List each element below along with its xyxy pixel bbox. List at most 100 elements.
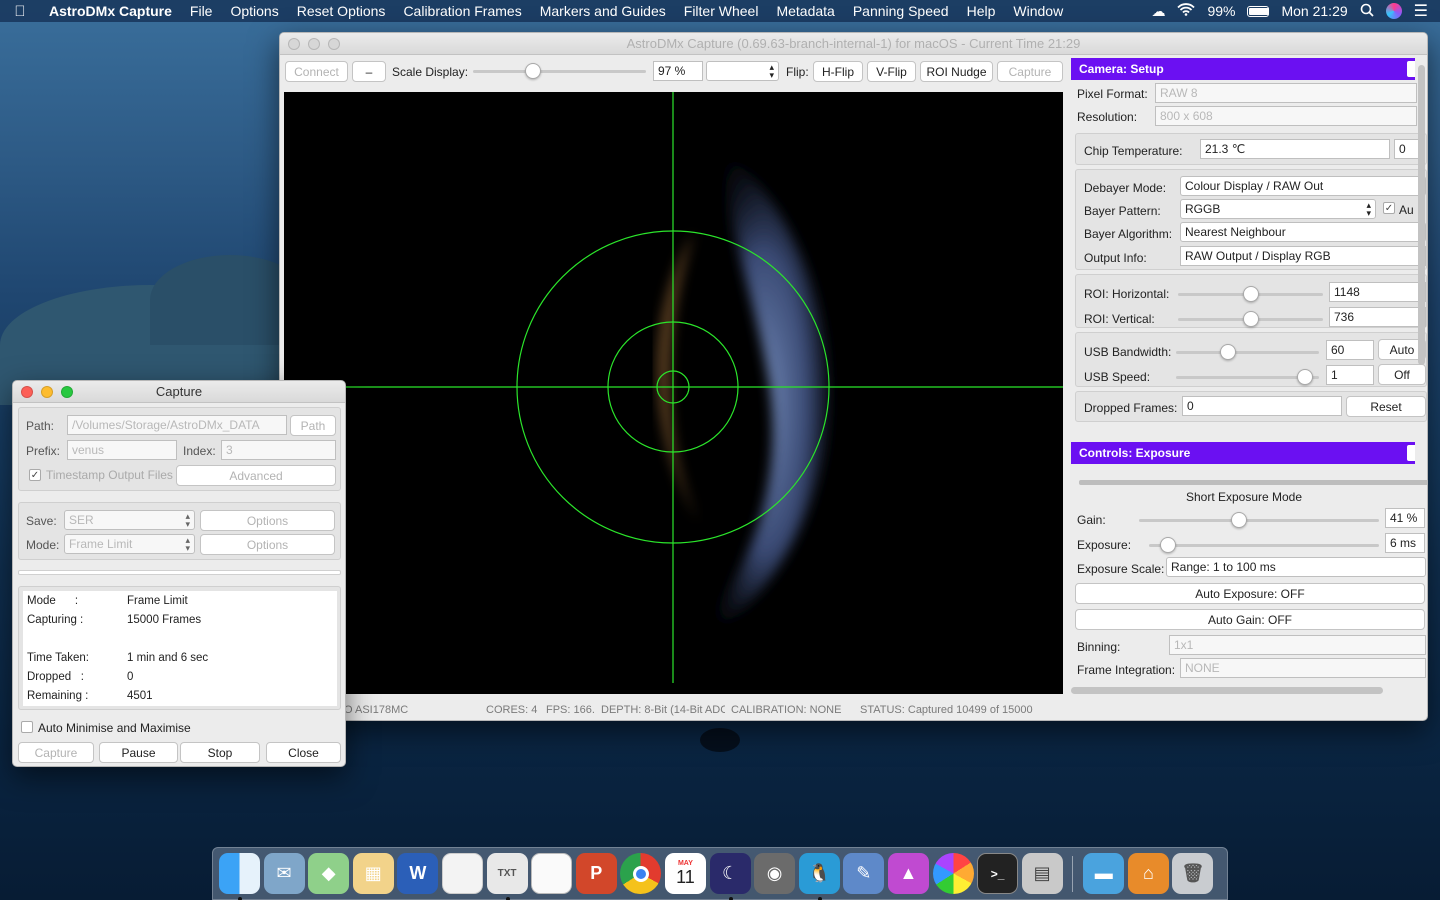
battery-icon[interactable] (1247, 5, 1270, 17)
usb-speed-slider[interactable] (1176, 369, 1319, 385)
menu-calibration-frames[interactable]: Calibration Frames (394, 3, 530, 19)
gain-field[interactable]: 41 % (1385, 508, 1425, 528)
battery-percent[interactable]: 99% (1207, 3, 1235, 19)
notification-center-icon[interactable]: ☰ (1414, 1, 1428, 21)
trash-icon[interactable]: 🗑 (1172, 853, 1214, 894)
scale-slider-knob[interactable] (524, 63, 541, 79)
path-field[interactable]: /Volumes/Storage/AstroDMx_DATA (67, 415, 287, 435)
exposure-slider[interactable] (1149, 537, 1379, 553)
photos-icon[interactable] (932, 853, 974, 894)
usb-speed-off-button[interactable]: Off (1378, 364, 1426, 385)
gimp-icon[interactable]: ◉ (754, 853, 796, 894)
bayer-algorithm-select[interactable]: Nearest Neighbour (1180, 222, 1426, 242)
dropped-frames-field[interactable]: 0 (1182, 396, 1342, 416)
reset-dropped-button[interactable]: Reset (1346, 396, 1426, 417)
roi-horizontal-slider[interactable] (1178, 286, 1323, 302)
prefix-field[interactable]: venus (67, 440, 177, 460)
minimize-window-button[interactable] (308, 37, 320, 50)
cloud-icon[interactable]: ☁ (1151, 3, 1165, 20)
usb-bandwidth-knob[interactable] (1220, 344, 1237, 360)
apple-icon[interactable]:  (0, 3, 40, 20)
auto-gain-button[interactable]: Auto Gain: OFF (1075, 609, 1425, 630)
exposure-scale-select[interactable]: Range: 1 to 100 ms (1166, 557, 1426, 577)
text-edit-icon[interactable]: TXT (486, 853, 528, 900)
vertical-scrollbar[interactable] (1418, 65, 1425, 365)
usb-speed-field[interactable]: 1 (1326, 365, 1374, 385)
debayer-mode-select[interactable]: Colour Display / RAW Out (1180, 176, 1426, 196)
word-icon[interactable]: W (397, 853, 439, 894)
advanced-button[interactable]: Advanced (176, 465, 336, 486)
hflip-button[interactable]: H-Flip (813, 61, 863, 82)
menu-filter-wheel[interactable]: Filter Wheel (675, 3, 768, 19)
home-folder-icon[interactable]: ⌂ (1127, 853, 1169, 894)
menu-file[interactable]: File (181, 3, 222, 19)
minimize-window-button[interactable] (41, 385, 53, 398)
scale-slider[interactable] (473, 63, 646, 79)
vector-pen-icon[interactable]: ✎ (843, 853, 885, 894)
mode-options-button[interactable]: Options (200, 534, 335, 555)
roi-vertical-field[interactable]: 736 (1329, 307, 1426, 327)
usb-speed-knob[interactable] (1296, 369, 1313, 385)
auto-minimise-checkbox[interactable] (21, 721, 33, 733)
menu-options[interactable]: Options (221, 3, 287, 19)
minus-button[interactable]: – (352, 61, 386, 82)
roi-horizontal-knob[interactable] (1242, 286, 1259, 302)
chrome-icon[interactable] (620, 853, 662, 894)
mail-icon[interactable]: ✉ (263, 853, 305, 894)
gain-slider[interactable] (1139, 512, 1379, 528)
menu-help[interactable]: Help (958, 3, 1005, 19)
chip-temp-field[interactable]: 21.3 ℃ (1200, 139, 1390, 159)
affinity-icon[interactable]: ▲ (887, 853, 929, 894)
menu-reset-options[interactable]: Reset Options (288, 3, 395, 19)
pause-button[interactable]: Pause (99, 742, 178, 763)
preview-icon[interactable]: ▦ (352, 853, 394, 894)
exposure-header[interactable]: Controls: Exposure (1071, 442, 1415, 464)
bayer-auto-checkbox[interactable]: ✓ (1383, 202, 1395, 214)
path-button[interactable]: Path (290, 415, 336, 436)
roi-vertical-knob[interactable] (1242, 311, 1259, 327)
timestamp-checkbox[interactable]: ✓ (29, 469, 41, 481)
horizontal-scrollbar[interactable] (1071, 687, 1383, 694)
calendar-icon[interactable]: MAY 11 (664, 853, 706, 894)
bayer-pattern-select[interactable]: RGGB ▴ ▾ (1180, 199, 1376, 219)
roi-nudge-button[interactable]: ROI Nudge (920, 61, 993, 82)
pixel-format-field[interactable]: RAW 8 (1155, 83, 1417, 103)
menu-app-name[interactable]: AstroDMx Capture (40, 3, 181, 19)
zoom-window-button[interactable] (328, 37, 340, 50)
toolbar-capture-button[interactable]: Capture (997, 61, 1063, 82)
connect-button[interactable]: Connect (285, 61, 348, 82)
output-info-field[interactable]: RAW Output / Display RGB (1180, 246, 1426, 266)
vflip-button[interactable]: V-Flip (867, 61, 916, 82)
mode-select[interactable]: Frame Limit ▴ ▾ (64, 534, 195, 554)
clock[interactable]: Mon 21:29 (1281, 3, 1347, 19)
resolution-field[interactable]: 800 x 608 (1155, 106, 1417, 126)
menu-metadata[interactable]: Metadata (767, 3, 843, 19)
index-field[interactable]: 3 (221, 440, 336, 460)
scale-value-field[interactable]: 97 % (653, 61, 703, 81)
roi-vertical-slider[interactable] (1178, 311, 1323, 327)
exposure-knob[interactable] (1159, 537, 1176, 553)
usb-bandwidth-field[interactable]: 60 (1326, 340, 1374, 360)
calculator-icon[interactable]: ▤ (1021, 853, 1063, 894)
linux-icon[interactable]: 🐧 (798, 853, 840, 900)
menu-window[interactable]: Window (1004, 3, 1072, 19)
notes-icon[interactable] (531, 853, 573, 894)
finder-icon[interactable] (219, 853, 260, 900)
close-button[interactable]: Close (266, 742, 341, 763)
downloads-folder-icon[interactable]: ▬ (1083, 853, 1125, 894)
frame-integration-field[interactable]: NONE (1180, 658, 1426, 678)
capture-button[interactable]: Capture (18, 742, 94, 763)
zoom-window-button[interactable] (61, 385, 73, 398)
terminal-icon[interactable]: >_ (977, 853, 1019, 894)
blank-document-icon[interactable] (441, 853, 483, 894)
close-window-button[interactable] (288, 37, 300, 50)
maps-icon[interactable]: ◆ (308, 853, 350, 894)
auto-exposure-button[interactable]: Auto Exposure: OFF (1075, 583, 1425, 604)
camera-preview[interactable] (284, 92, 1063, 694)
stop-button[interactable]: Stop (180, 742, 260, 763)
astronomy-icon[interactable]: ☾ (709, 853, 751, 900)
menu-panning-speed[interactable]: Panning Speed (844, 3, 958, 19)
wifi-icon[interactable] (1177, 3, 1196, 19)
save-options-button[interactable]: Options (200, 510, 335, 531)
gain-knob[interactable] (1230, 512, 1247, 528)
